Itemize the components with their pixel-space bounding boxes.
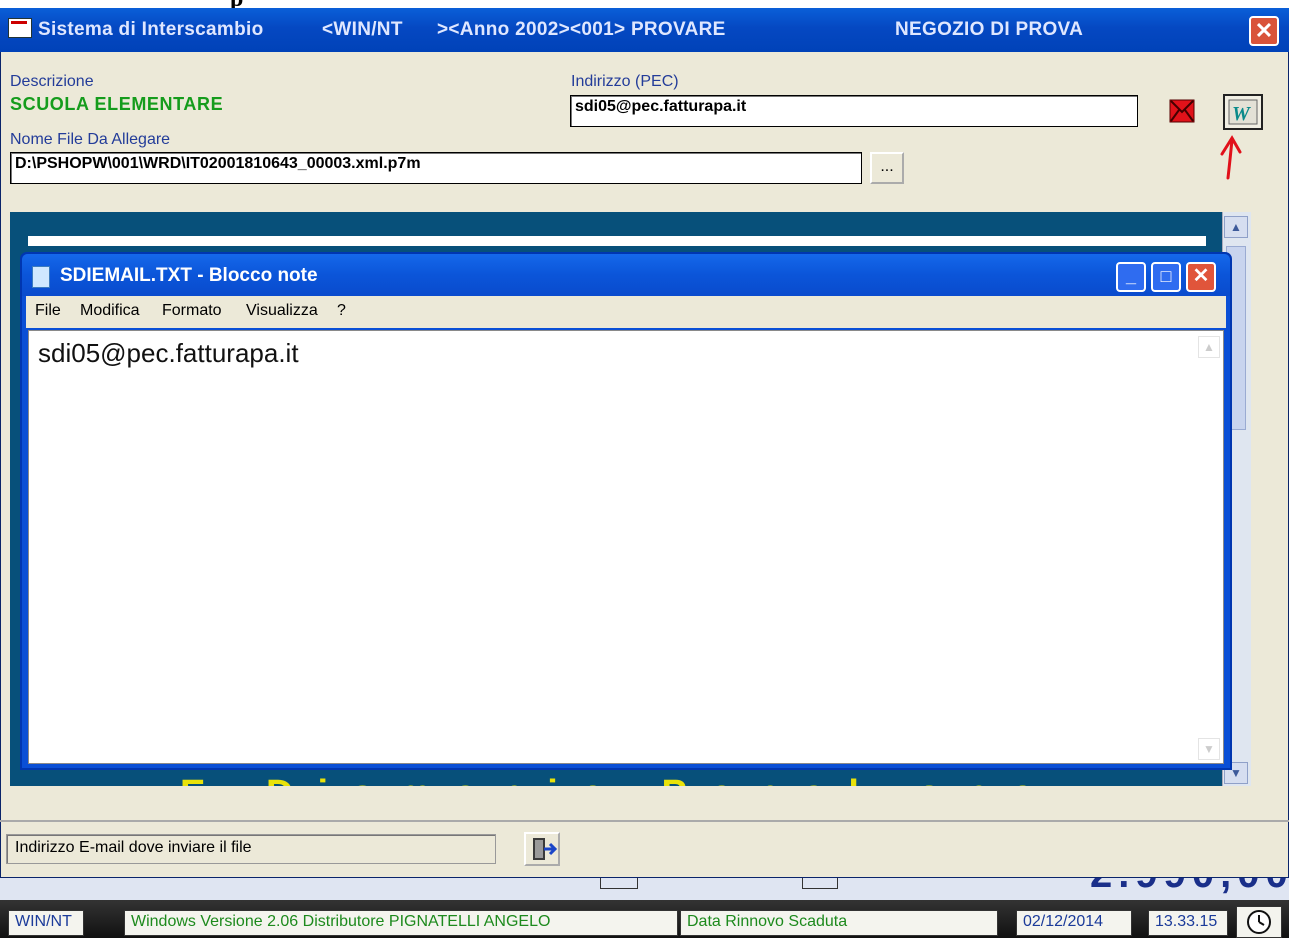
background-window-strip: 2.990,00 [0, 878, 1289, 900]
menu-modifica[interactable]: Modifica [80, 302, 140, 320]
notepad-title: SDIEMAIL.TXT - Blocco note [60, 265, 318, 286]
wordpad-icon: W [1228, 99, 1258, 125]
exit-door-icon [533, 838, 558, 860]
notepad-content: sdi05@pec.fatturapa.it [38, 338, 299, 368]
pec-label: Indirizzo (PEC) [571, 73, 679, 90]
red-arrow-annotation [1220, 135, 1242, 180]
browse-button[interactable]: ... [870, 152, 904, 184]
scroll-up-button[interactable]: ▲ [1224, 216, 1248, 238]
preview-stripe [28, 236, 1206, 246]
file-label: Nome File Da Allegare [10, 131, 171, 148]
taskbar-version-info: Windows Versione 2.06 Distributore PIGNA… [124, 910, 678, 936]
taskbar-date: 02/12/2014 [1016, 910, 1132, 936]
notepad-menu-bar: File Modifica Formato Visualizza ? [26, 296, 1226, 328]
notepad-scroll-up[interactable]: ▲ [1198, 336, 1220, 358]
menu-help[interactable]: ? [337, 302, 346, 320]
descrizione-value: SCUOLA ELEMENTARE [10, 94, 224, 114]
window-os-label: <WIN/NT [322, 19, 403, 40]
taskbar-os: WIN/NT [8, 910, 84, 936]
app-window-icon[interactable] [8, 18, 32, 38]
open-notepad-button[interactable]: W [1223, 94, 1263, 130]
attachment-file-input[interactable]: D:\PSHOPW\001\WRD\IT02001810643_00003.xm… [10, 152, 862, 184]
pec-input[interactable]: sdi05@pec.fatturapa.it [570, 95, 1138, 127]
exit-button[interactable] [524, 832, 560, 866]
menu-visualizza[interactable]: Visualizza [246, 302, 318, 320]
window-shop-name: NEGOZIO DI PROVA [895, 19, 1084, 40]
separator [0, 820, 1289, 822]
send-mail-button[interactable] [1164, 95, 1200, 127]
status-field: Indirizzo E-mail dove inviare il file [6, 834, 496, 864]
window-title: Sistema di Interscambio [38, 19, 264, 40]
clock-icon [1247, 910, 1271, 934]
descrizione-label: Descrizione [10, 73, 94, 90]
notepad-document-icon[interactable] [32, 266, 50, 288]
taskbar-renewal-status: Data Rinnovo Scaduta [680, 910, 998, 936]
taskbar-clock-button[interactable] [1236, 906, 1282, 938]
notepad-text-area[interactable] [28, 330, 1224, 764]
notepad-close-button[interactable]: ✕ [1186, 262, 1216, 292]
taskbar-time: 13.33.15 [1148, 910, 1228, 936]
notepad-maximize-button[interactable]: □ [1151, 262, 1181, 292]
notepad-minimize-button[interactable]: _ [1116, 262, 1146, 292]
menu-file[interactable]: File [35, 302, 61, 320]
menu-formato[interactable]: Formato [162, 302, 222, 320]
svg-text:W: W [1232, 103, 1251, 125]
window-year-company: ><Anno 2002><001> PROVARE [437, 19, 726, 40]
preview-scroll-text: E-Dismanic Penal one Conducting - Tl Con… [180, 768, 1060, 786]
notepad-scroll-down[interactable]: ▼ [1198, 738, 1220, 760]
notepad-scrollbar[interactable] [1196, 332, 1222, 762]
window-close-button[interactable]: ✕ [1249, 16, 1279, 46]
envelope-icon [1169, 99, 1195, 123]
